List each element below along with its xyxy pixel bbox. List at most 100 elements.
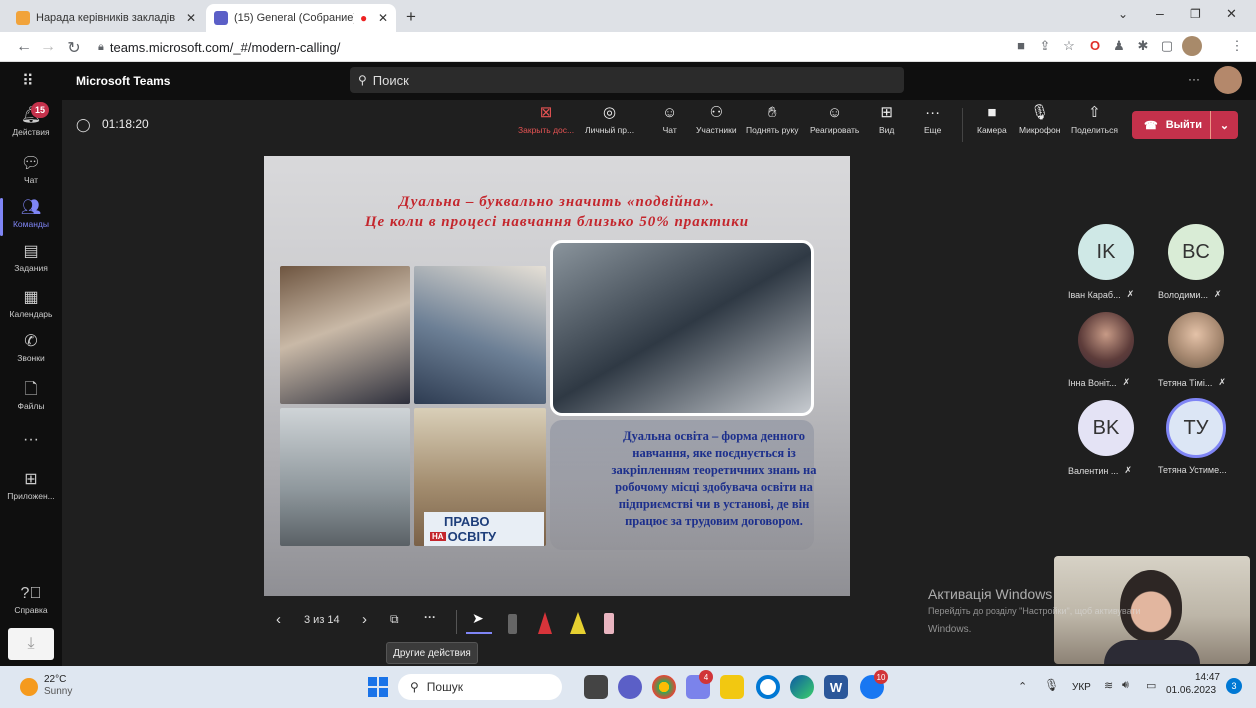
volume-icon[interactable]: 🔊︎ (1122, 679, 1129, 692)
minimize-icon[interactable]: – (1156, 5, 1164, 21)
highlighter-icon[interactable] (570, 612, 586, 634)
toolbar-label: Поделиться (1071, 125, 1118, 135)
toolbar-label: Вид (879, 125, 895, 135)
activation-watermark-title: Активація Windows (928, 586, 1053, 602)
photo-students-writing (280, 266, 410, 404)
rail-item-help[interactable]: ?⃝ Справка (0, 586, 62, 616)
rail-label: Чат (23, 175, 39, 185)
word-icon[interactable]: W (824, 675, 848, 699)
download-app-icon[interactable]: ⤓ (8, 628, 54, 660)
rail-item-apps[interactable]: ⊞ Приложен... (0, 472, 62, 502)
eraser-tool-icon[interactable] (508, 614, 517, 634)
taskbar-search-input[interactable]: ⚲ Пошук (398, 674, 562, 700)
slide-counter: 3 из 14 (304, 614, 340, 626)
app-badge: 10 (874, 670, 888, 684)
sidebar-icon[interactable]: ▢ (1158, 38, 1176, 54)
chrome-icon[interactable] (652, 675, 676, 699)
avatar-initials: IK (1096, 240, 1116, 263)
language-indicator[interactable]: УКР (1072, 682, 1091, 693)
leave-label: Выйти (1165, 119, 1202, 131)
rail-item-chat[interactable]: 💬︎ Чат (0, 156, 62, 186)
private-view-button[interactable]: ◎ Личный пр... (585, 105, 634, 136)
task-view-icon[interactable] (584, 675, 608, 699)
participant-avatar-photo[interactable] (1168, 312, 1224, 368)
leave-options-chevron-icon[interactable]: ⌄ (1210, 111, 1238, 139)
tray-mic-icon[interactable]: 🎙︎ (1044, 678, 1059, 692)
tab-search-icon[interactable]: ⌄ (1118, 7, 1128, 21)
previous-slide-icon[interactable]: ‹ (276, 611, 281, 628)
close-tab-icon[interactable]: ✕ (186, 11, 196, 25)
browser-tab-active[interactable]: (15) General (Собрание) | М ● ✕ (206, 4, 396, 32)
user-avatar[interactable] (1214, 66, 1242, 94)
photo-apprentice-workshop (414, 266, 546, 404)
clock-date[interactable]: 01.06.2023 (1166, 685, 1216, 696)
participant-avatar[interactable]: IK (1078, 224, 1134, 280)
search-input[interactable]: ⚲ Поиск (350, 67, 904, 93)
more-icon: ··· (925, 104, 941, 121)
teams-chat-icon[interactable] (618, 675, 642, 699)
url-field[interactable]: 🔒︎ teams.microsoft.com/_#/modern-calling… (98, 37, 340, 57)
participant-avatar[interactable]: BC (1168, 224, 1224, 280)
rail-more[interactable]: ··· (0, 432, 62, 448)
opera-extension-icon[interactable]: O (1086, 38, 1104, 53)
windows-start-icon[interactable] (368, 677, 388, 697)
more-actions-icon[interactable]: ··· (424, 610, 436, 624)
clock-time[interactable]: 14:47 (1180, 672, 1220, 683)
browser-tab[interactable]: Нарада керівників закладів з д ✕ (8, 4, 204, 32)
slide-grid-icon[interactable]: ⧉ (390, 612, 399, 627)
rail-item-assignments[interactable]: ▤ Задания (0, 244, 62, 274)
participant-label: Інна Воніт... (1068, 377, 1117, 388)
slide-body-text: Дуальна освіта – форма денного навчання,… (611, 429, 817, 528)
file-explorer-icon[interactable] (720, 675, 744, 699)
pointer-tool-icon[interactable]: ➤ (472, 610, 484, 627)
participants-button[interactable]: ⚇ Участники (696, 105, 737, 136)
close-tab-icon[interactable]: ✕ (378, 11, 388, 25)
rail-item-calendar[interactable]: ▦ Календарь (0, 290, 62, 320)
share-page-icon[interactable]: ⇪ (1036, 38, 1054, 54)
notification-badge[interactable]: 3 (1226, 678, 1242, 694)
more-actions-button[interactable]: ··· Еще (924, 104, 941, 136)
extension-icon[interactable]: ♟ (1110, 38, 1128, 54)
edge-icon[interactable] (790, 675, 814, 699)
leave-button[interactable]: ☎ Выйти ⌄ (1132, 111, 1238, 139)
weather-sun-icon[interactable] (20, 678, 38, 696)
bookmark-star-icon[interactable]: ☆ (1060, 38, 1078, 54)
participant-avatar-photo[interactable] (1078, 312, 1134, 368)
search-icon: ⚲ (410, 680, 419, 694)
view-button[interactable]: ⊞ Вид (879, 105, 895, 136)
wifi-icon[interactable]: ≋ (1104, 679, 1113, 692)
stop-sharing-button[interactable]: ⊠ Закрыть дос... (518, 105, 575, 136)
extensions-puzzle-icon[interactable]: ✱ (1134, 38, 1152, 54)
raise-hand-button[interactable]: ✋︎ Поднять руку (746, 105, 799, 136)
rail-item-teams[interactable]: 👥︎ Команды (0, 200, 62, 230)
more-options-icon[interactable]: ··· (1188, 72, 1200, 86)
forward-icon[interactable]: → (38, 38, 58, 56)
restore-icon[interactable]: ❐ (1190, 7, 1201, 21)
tray-chevron-icon[interactable]: ⌃ (1018, 680, 1027, 693)
new-tab-icon[interactable]: + (406, 7, 416, 27)
back-icon[interactable]: ← (14, 38, 34, 56)
share-button[interactable]: ⇧ Поделиться (1071, 105, 1118, 136)
rail-item-files[interactable]: 🗋︎ Файлы (0, 382, 62, 412)
avatar-initials: BK (1092, 416, 1120, 439)
cortana-icon[interactable] (756, 675, 780, 699)
profile-avatar[interactable] (1182, 36, 1202, 56)
react-button[interactable]: ☺ Реагировать (810, 105, 859, 136)
toolbar-label: Закрыть дос... (518, 125, 575, 135)
browser-menu-icon[interactable]: ⋮ (1228, 38, 1246, 54)
reload-icon[interactable]: ↻ (64, 38, 84, 58)
app-launcher-icon[interactable]: ⠿ (22, 71, 34, 91)
red-pen-icon[interactable] (538, 612, 552, 634)
next-slide-icon[interactable]: › (362, 611, 367, 628)
battery-icon[interactable]: ▭ (1146, 679, 1156, 692)
chat-button[interactable]: ☺ Чат (662, 105, 677, 136)
pink-eraser-icon[interactable] (604, 613, 614, 634)
camera-button[interactable]: ■ Камера (977, 105, 1007, 136)
camera-indicator-icon[interactable]: ■ (1012, 38, 1030, 53)
activity-badge: 15 (31, 102, 49, 118)
window-close-icon[interactable]: ✕ (1226, 6, 1237, 22)
rail-item-calls[interactable]: ✆ Звонки (0, 334, 62, 364)
participant-avatar-speaking[interactable]: ТУ (1166, 398, 1226, 458)
participant-avatar[interactable]: BK (1078, 400, 1134, 456)
microphone-button[interactable]: 🎙︎ Микрофон (1019, 105, 1060, 136)
